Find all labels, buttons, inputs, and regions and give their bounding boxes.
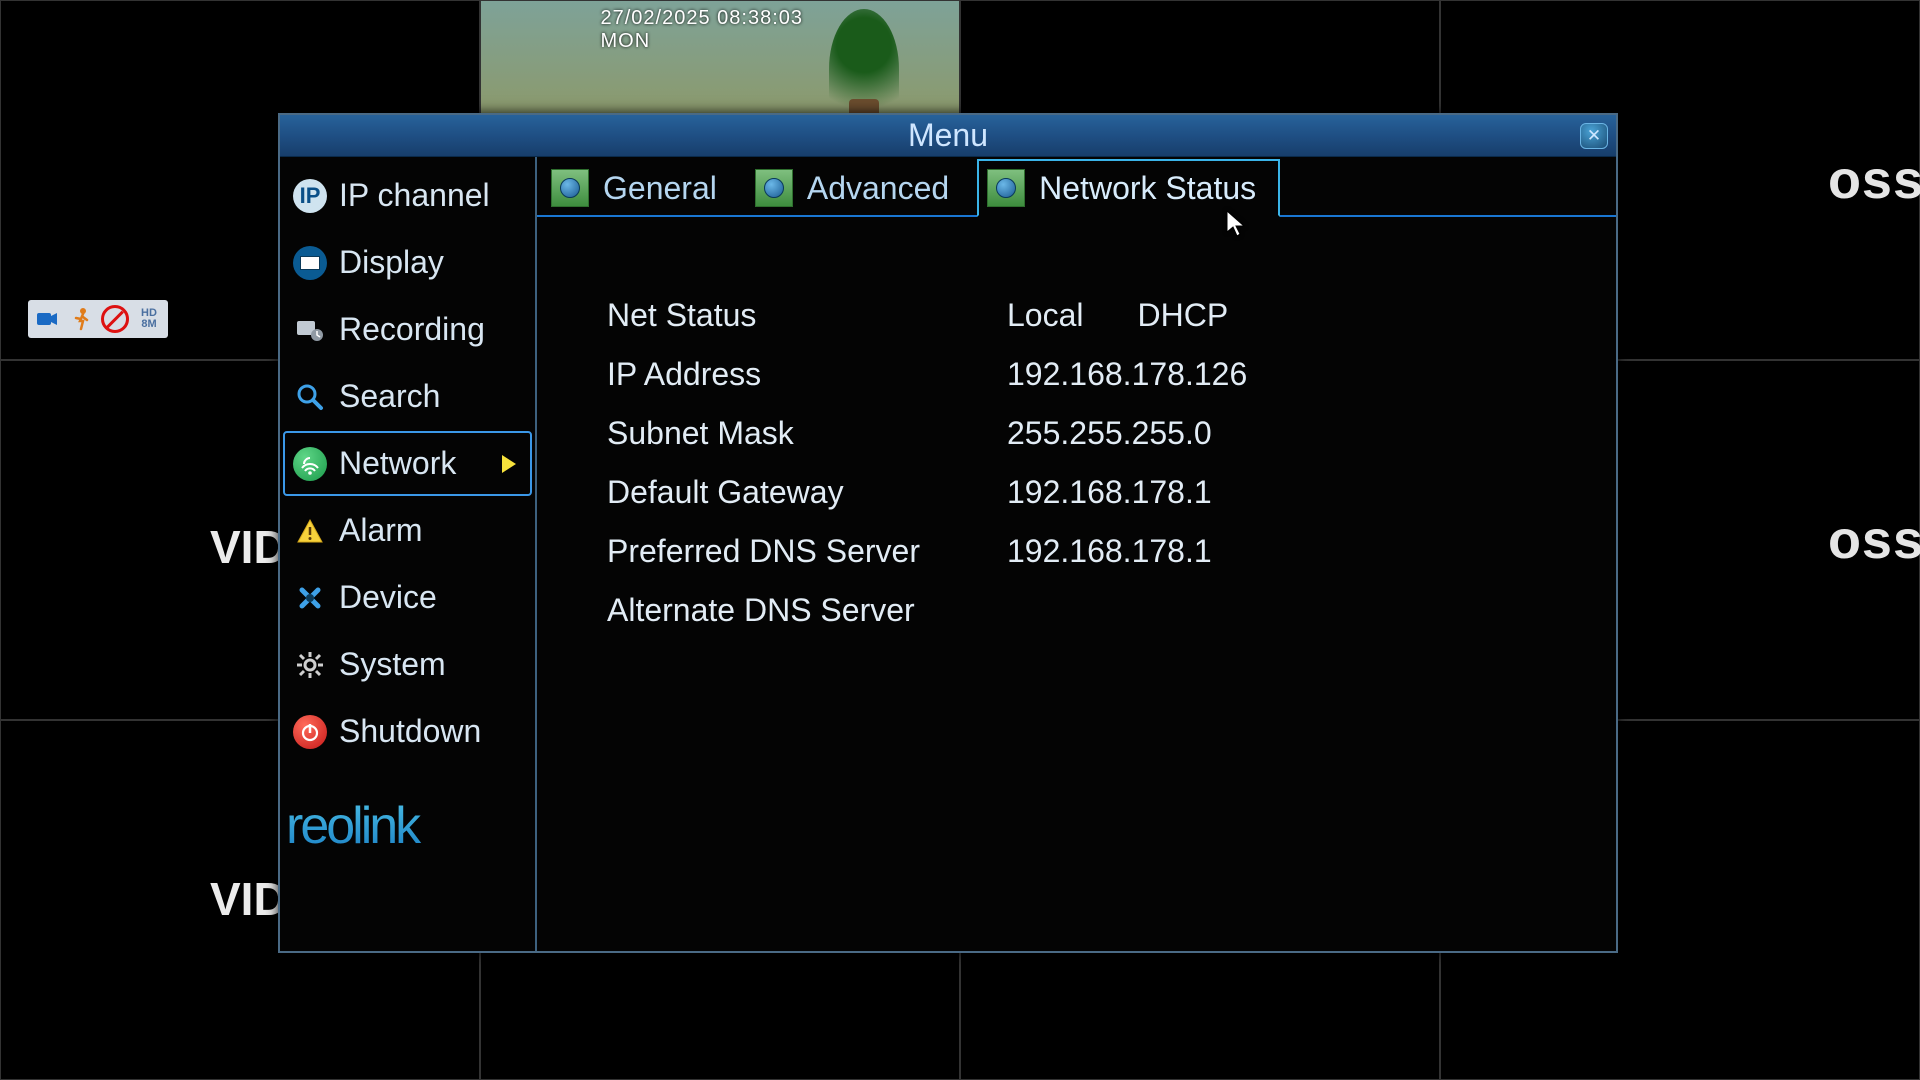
sidebar-item-label: Shutdown — [339, 713, 481, 750]
close-button[interactable]: ✕ — [1580, 123, 1608, 149]
sidebar-item-label: Device — [339, 579, 437, 616]
sidebar-item-label: IP channel — [339, 177, 490, 214]
info-value: 192.168.178.126 — [1007, 356, 1616, 393]
hd-badge-bottom: 8M — [141, 319, 157, 330]
tab-general[interactable]: General — [541, 159, 741, 215]
preview-timestamp: 27/02/2025 08:38:03 MON — [601, 7, 840, 53]
tab-label: Network Status — [1039, 170, 1256, 207]
sidebar-item-label: Network — [339, 445, 456, 482]
dialog-titlebar: Menu ✕ — [280, 115, 1616, 157]
video-loss-fragment: oss — [1828, 149, 1920, 211]
tab-advanced[interactable]: Advanced — [745, 159, 973, 215]
hd-badge: HD 8M — [132, 302, 166, 336]
camera-status-badges: HD 8M — [28, 300, 168, 338]
sidebar-item-search[interactable]: Search — [283, 364, 532, 429]
system-icon — [293, 648, 327, 682]
submenu-arrow-icon — [502, 455, 516, 473]
info-row-subnet-mask: Subnet Mask 255.255.255.0 — [607, 415, 1616, 452]
info-value — [1007, 592, 1616, 629]
video-loss-fragment: oss — [1828, 509, 1920, 571]
sidebar-item-alarm[interactable]: Alarm — [283, 498, 532, 563]
sidebar-item-ip-channel[interactable]: IP IP channel — [283, 163, 532, 228]
info-row-preferred-dns: Preferred DNS Server 192.168.178.1 — [607, 533, 1616, 570]
net-status-local: Local — [1007, 297, 1084, 334]
sidebar-item-label: Recording — [339, 311, 485, 348]
grid-channel-label: VID — [210, 872, 287, 926]
info-label: Preferred DNS Server — [607, 533, 1007, 570]
info-value: Local DHCP — [1007, 297, 1616, 334]
content-pane: General Advanced Network Status Net Stat… — [537, 157, 1616, 951]
tabs: General Advanced Network Status — [537, 157, 1616, 217]
info-label: Default Gateway — [607, 474, 1007, 511]
sidebar-item-display[interactable]: Display — [283, 230, 532, 295]
ip-icon: IP — [293, 179, 327, 213]
tab-label: General — [603, 170, 717, 207]
device-icon — [293, 581, 327, 615]
sidebar-item-label: Display — [339, 244, 444, 281]
shutdown-icon — [293, 715, 327, 749]
sidebar-item-recording[interactable]: Recording — [283, 297, 532, 362]
sidebar-item-label: Search — [339, 378, 440, 415]
tab-icon — [987, 169, 1025, 207]
alarm-icon — [293, 514, 327, 548]
tab-label: Advanced — [807, 170, 949, 207]
sidebar-item-system[interactable]: System — [283, 632, 532, 697]
grid-channel-label: VID — [210, 520, 287, 574]
tab-icon — [551, 169, 589, 207]
sidebar-item-label: Alarm — [339, 512, 423, 549]
record-icon — [30, 302, 64, 336]
info-value: 192.168.178.1 — [1007, 533, 1616, 570]
info-row-alternate-dns: Alternate DNS Server — [607, 592, 1616, 629]
menu-dialog: Menu ✕ IP IP channel Display Recording — [278, 113, 1618, 953]
sidebar-item-network[interactable]: Network — [283, 431, 532, 496]
display-icon — [293, 246, 327, 280]
network-status-panel: Net Status Local DHCP IP Address 192.168… — [537, 217, 1616, 651]
sidebar-item-device[interactable]: Device — [283, 565, 532, 630]
info-value: 192.168.178.1 — [1007, 474, 1616, 511]
info-row-net-status: Net Status Local DHCP — [607, 297, 1616, 334]
info-value: 255.255.255.0 — [1007, 415, 1616, 452]
tab-icon — [755, 169, 793, 207]
motion-icon — [64, 302, 98, 336]
info-row-default-gateway: Default Gateway 192.168.178.1 — [607, 474, 1616, 511]
blocked-icon — [98, 302, 132, 336]
network-icon — [293, 447, 327, 481]
dialog-title: Menu — [908, 117, 988, 154]
sidebar: IP IP channel Display Recording Search — [280, 157, 537, 951]
sidebar-item-label: System — [339, 646, 446, 683]
plant-decoration — [829, 9, 899, 129]
brand-logo: reolink — [280, 796, 535, 856]
search-icon — [293, 380, 327, 414]
tab-network-status[interactable]: Network Status — [977, 159, 1280, 217]
close-icon: ✕ — [1587, 126, 1601, 146]
info-label: IP Address — [607, 356, 1007, 393]
info-label: Subnet Mask — [607, 415, 1007, 452]
info-label: Alternate DNS Server — [607, 592, 1007, 629]
recording-icon — [293, 313, 327, 347]
sidebar-item-shutdown[interactable]: Shutdown — [283, 699, 532, 764]
info-row-ip-address: IP Address 192.168.178.126 — [607, 356, 1616, 393]
info-label: Net Status — [607, 297, 1007, 334]
net-status-dhcp: DHCP — [1138, 297, 1229, 334]
